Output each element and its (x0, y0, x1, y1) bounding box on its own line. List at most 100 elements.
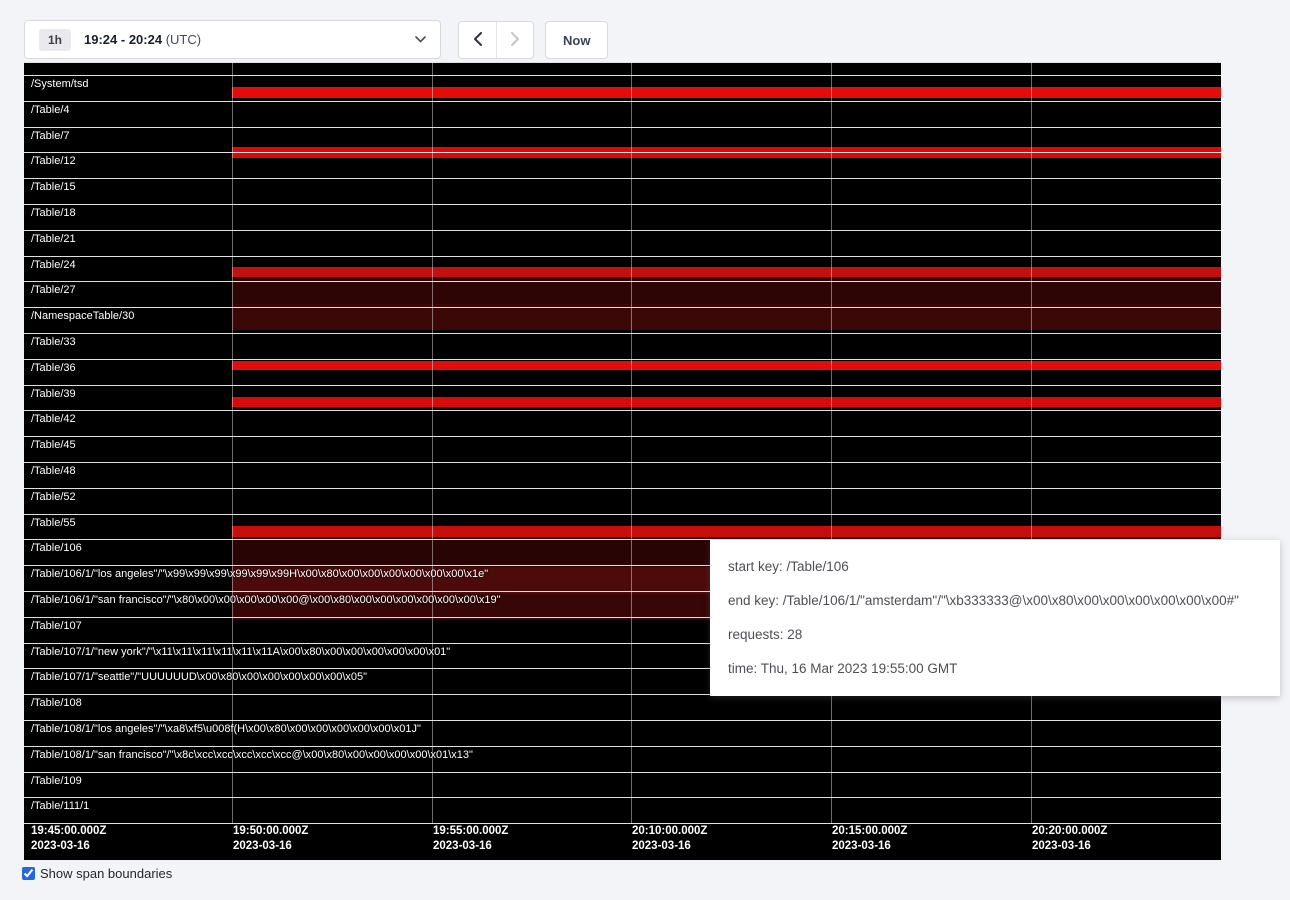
span-boundary-line (24, 514, 1221, 515)
span-boundary-line (24, 462, 1221, 463)
span-key-label: /Table/106 (31, 542, 82, 555)
chevron-down-icon (415, 36, 426, 43)
span-key-label: /Table/12 (31, 155, 76, 168)
tooltip-time: time: Thu, 16 Mar 2023 19:55:00 GMT (728, 652, 1262, 686)
span-boundary-line (24, 307, 1221, 308)
time-gridline (1031, 62, 1032, 824)
axis-tick-date: 2023-03-16 (433, 839, 508, 854)
chevron-right-icon (511, 32, 520, 49)
show-span-boundaries-checkbox[interactable] (22, 867, 35, 880)
span-key-label: /Table/55 (31, 517, 76, 530)
now-button[interactable]: Now (545, 21, 608, 59)
axis-tick-label: 20:15:00.000Z2023-03-16 (832, 824, 907, 854)
span-boundary-line (24, 178, 1221, 179)
span-key-label: /Table/48 (31, 465, 76, 478)
axis-tick-label: 19:55:00.000Z2023-03-16 (433, 824, 508, 854)
span-boundary-line (24, 127, 1221, 128)
span-boundary-line (24, 75, 1221, 76)
span-key-label: /Table/27 (31, 284, 76, 297)
span-key-label: /Table/15 (31, 181, 76, 194)
heat-band (232, 87, 1221, 98)
timezone-text: (UTC) (166, 32, 201, 47)
axis-tick-label: 20:10:00.000Z2023-03-16 (632, 824, 707, 854)
span-boundary-line (24, 410, 1221, 411)
time-nav-group (458, 21, 534, 59)
span-key-label: /Table/107/1/"seattle"/"UUUUUUD\x00\x80\… (31, 671, 367, 684)
time-range-selector[interactable]: 1h 19:24 - 20:24 (UTC) (24, 20, 441, 59)
axis-tick-date: 2023-03-16 (832, 839, 907, 854)
prev-time-button[interactable] (459, 22, 496, 58)
span-boundary-line (24, 152, 1221, 153)
span-key-label: /Table/33 (31, 336, 76, 349)
span-key-label: /Table/42 (31, 413, 76, 426)
span-boundary-line (24, 101, 1221, 102)
span-key-label: /Table/52 (31, 491, 76, 504)
span-key-label: /Table/111/1 (31, 800, 89, 813)
hover-tooltip: start key: /Table/106 end key: /Table/10… (710, 540, 1280, 696)
time-gridline (432, 62, 433, 824)
span-key-label: /Table/107 (31, 620, 82, 633)
span-key-label: /Table/108 (31, 697, 82, 710)
time-gridline (831, 62, 832, 824)
duration-badge: 1h (39, 29, 71, 51)
axis-tick-time: 20:20:00.000Z (1032, 824, 1107, 839)
span-boundary-line (24, 720, 1221, 721)
axis-tick-time: 19:55:00.000Z (433, 824, 508, 839)
key-visualizer-canvas[interactable]: /System/tsd/Table/4/Table/7/Table/12/Tab… (24, 62, 1221, 860)
axis-tick-time: 20:10:00.000Z (632, 824, 707, 839)
heat-band (232, 361, 1221, 370)
tooltip-end-key: end key: /Table/106/1/"amsterdam"/"\xb33… (728, 584, 1262, 618)
axis-tick-time: 19:45:00.000Z (31, 824, 106, 839)
axis-tick-date: 2023-03-16 (233, 839, 308, 854)
time-range-text: 19:24 - 20:24 (UTC) (84, 32, 201, 47)
span-key-label: /Table/107/1/"new york"/"\x11\x11\x11\x1… (31, 646, 450, 659)
time-range-value: 19:24 - 20:24 (84, 32, 162, 47)
span-key-label: /NamespaceTable/30 (31, 310, 134, 323)
axis-tick-label: 20:20:00.000Z2023-03-16 (1032, 824, 1107, 854)
axis-tick-time: 19:50:00.000Z (233, 824, 308, 839)
show-span-boundaries-label: Show span boundaries (40, 866, 172, 881)
span-key-label: /Table/21 (31, 233, 76, 246)
span-boundary-line (24, 797, 1221, 798)
axis-tick-date: 2023-03-16 (1032, 839, 1107, 854)
tooltip-requests: requests: 28 (728, 618, 1262, 652)
span-boundary-line (24, 230, 1221, 231)
span-key-label: /Table/7 (31, 130, 70, 143)
span-key-label: /Table/108/1/"los angeles"/"\xa8\xf5\u00… (31, 723, 421, 736)
span-key-label: /Table/109 (31, 775, 82, 788)
span-boundary-line (24, 204, 1221, 205)
span-key-label: /Table/18 (31, 207, 76, 220)
span-boundary-line (24, 488, 1221, 489)
span-boundary-line (24, 333, 1221, 334)
span-key-label: /Table/45 (31, 439, 76, 452)
span-boundary-line (24, 256, 1221, 257)
axis-tick-label: 19:45:00.000Z2023-03-16 (31, 824, 106, 854)
span-boundary-line (24, 772, 1221, 773)
span-key-label: /Table/4 (31, 104, 70, 117)
span-key-label: /Table/36 (31, 362, 76, 375)
span-boundary-line (24, 746, 1221, 747)
chevron-left-icon (473, 32, 482, 49)
span-boundary-line (24, 385, 1221, 386)
span-key-label: /Table/106/1/"los angeles"/"\x99\x99\x99… (31, 568, 488, 581)
span-boundary-line (24, 359, 1221, 360)
axis-tick-date: 2023-03-16 (31, 839, 106, 854)
span-key-label: /Table/39 (31, 388, 76, 401)
heat-band (232, 397, 1221, 407)
heat-band (232, 526, 1221, 537)
axis-tick-date: 2023-03-16 (632, 839, 707, 854)
next-time-button[interactable] (496, 22, 533, 58)
span-boundary-line (24, 436, 1221, 437)
axis-tick-time: 20:15:00.000Z (832, 824, 907, 839)
span-key-label: /Table/24 (31, 259, 76, 272)
span-key-label: /Table/106/1/"san francisco"/"\x80\x00\x… (31, 594, 501, 607)
axis-tick-label: 19:50:00.000Z2023-03-16 (233, 824, 308, 854)
span-key-label: /Table/108/1/"san francisco"/"\x8c\xcc\x… (31, 749, 473, 762)
show-span-boundaries-toggle: Show span boundaries (22, 866, 172, 881)
time-gridline (232, 62, 233, 824)
heat-band (232, 267, 1221, 277)
time-gridline (631, 62, 632, 824)
tooltip-start-key: start key: /Table/106 (728, 550, 1262, 584)
span-boundary-line (24, 281, 1221, 282)
span-boundary-line (24, 62, 1221, 63)
